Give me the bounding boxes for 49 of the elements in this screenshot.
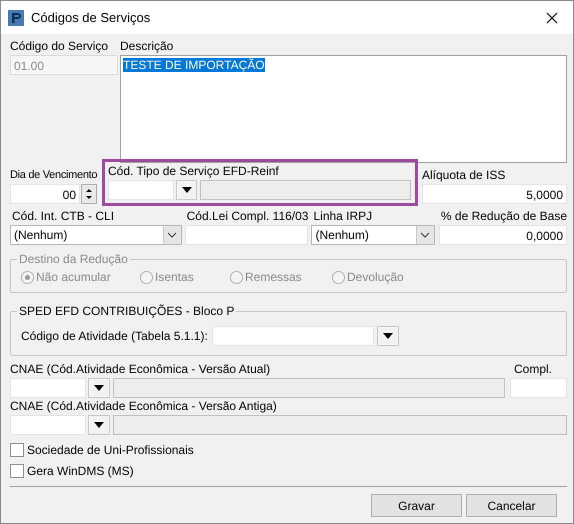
group-title: SPED EFD CONTRIBUIÇÕES - Bloco P	[17, 304, 236, 318]
checkbox-option[interactable]: Sociedade de Uni-Profissionais	[10, 443, 567, 457]
dropdown[interactable]: (Nenhum)	[10, 225, 182, 245]
chevron-icon	[167, 232, 178, 238]
field-label: Alíquota de ISS	[422, 167, 506, 183]
field-label: Código de Atividade (Tabela 5.1.1):	[21, 329, 208, 343]
input-field[interactable]: 0,0000	[438, 225, 567, 245]
triangle-down-icon	[94, 385, 104, 391]
dialog-button[interactable]: Gravar	[371, 494, 462, 517]
text-area[interactable]: TESTE DE IMPORTAÇÃO	[120, 55, 567, 163]
triangle-down-icon	[182, 187, 192, 193]
field-label: Dia de Vencimento	[10, 168, 98, 183]
dropdown-button[interactable]	[88, 415, 110, 435]
window-title: Códigos de Serviços	[31, 10, 152, 25]
field-label: Cód. Int. CTB - CLI	[11, 208, 116, 224]
triangle-down-icon	[94, 422, 104, 428]
input-field[interactable]: 5,0000	[422, 184, 567, 204]
field-label: Código do Serviço	[10, 38, 110, 54]
field-label: Cód. Tipo de Serviço EFD-Reinf	[108, 163, 280, 179]
input-field[interactable]	[184, 225, 308, 245]
chevron-icon	[420, 232, 430, 238]
field-label: CNAE (Cód.Atividade Econômica - Versão Atual)	[10, 361, 272, 377]
input-field[interactable]	[10, 415, 86, 435]
input-field[interactable]	[510, 378, 567, 398]
dropdown-button[interactable]	[88, 378, 110, 398]
checkbox-option[interactable]: Gera WinDMS (MS)	[10, 464, 567, 478]
dialog-button[interactable]: Cancelar	[466, 494, 557, 517]
dropdown-button[interactable]	[376, 326, 399, 346]
input-field[interactable]: 00	[10, 184, 80, 204]
spin-button[interactable]	[81, 184, 97, 204]
field-label: Linha IRPJ	[312, 208, 374, 224]
spin-arrows-icon	[85, 186, 93, 202]
field-label: % de Redução de Base	[440, 208, 567, 224]
triangle-down-icon	[382, 333, 393, 339]
app-logo-icon	[8, 10, 24, 26]
close-icon[interactable]	[546, 12, 558, 24]
field-label: Descrição	[120, 38, 174, 54]
input-field[interactable]	[10, 378, 86, 398]
input-field[interactable]	[108, 180, 174, 200]
field-label: Compl.	[513, 361, 554, 377]
group-title: Destino da Redução	[17, 252, 130, 266]
text-value: TESTE DE IMPORTAÇÃO	[123, 58, 265, 72]
input-field[interactable]	[212, 326, 374, 346]
field-label: CNAE (Cód.Atividade Econômica - Versão Antiga)	[10, 398, 278, 414]
dropdown[interactable]: (Nenhum)	[311, 225, 435, 245]
checkbox[interactable]	[10, 443, 24, 457]
checkbox[interactable]	[10, 464, 24, 478]
dropdown-button[interactable]	[176, 180, 198, 200]
field-label: Cód.Lei Compl. 116/03	[186, 208, 308, 224]
